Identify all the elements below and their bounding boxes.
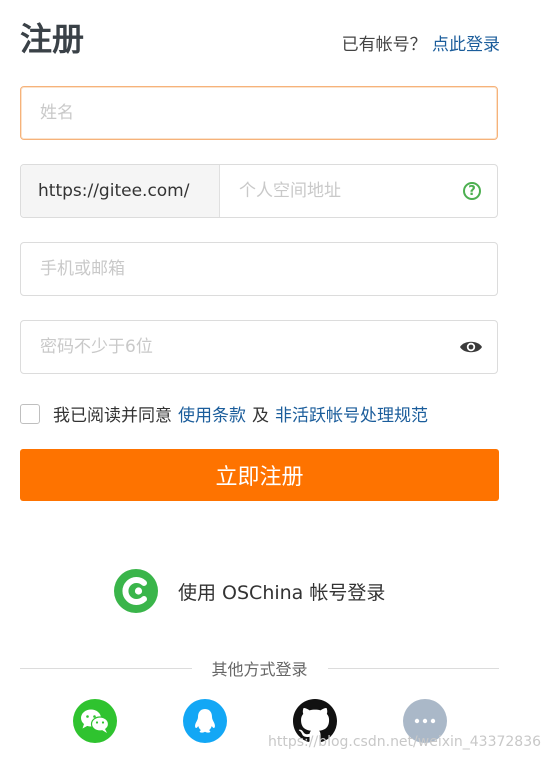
phone-or-email-input[interactable] [21, 243, 497, 295]
agreement-row: 我已阅读并同意 使用条款 及 非活跃帐号处理规范 [20, 401, 428, 426]
other-login-divider: 其他方式登录 [20, 656, 500, 680]
oschina-login-button[interactable]: 使用 OSChina 帐号登录 [114, 569, 385, 613]
inactive-policy-link[interactable]: 非活跃帐号处理规范 [275, 401, 428, 426]
login-prompt-text: 已有帐号？ [341, 35, 427, 55]
name-input[interactable] [21, 87, 497, 139]
divider-line-right [327, 667, 500, 669]
other-login-label: 其他方式登录 [211, 660, 308, 679]
contact-field[interactable] [20, 242, 498, 296]
oschina-logo-icon [114, 569, 158, 613]
wechat-icon[interactable] [73, 699, 117, 743]
divider-line-left [20, 667, 192, 669]
oschina-login-label: 使用 OSChina 帐号登录 [178, 581, 386, 604]
password-input[interactable] [21, 321, 459, 373]
eye-icon[interactable] [459, 339, 483, 355]
agreement-checkbox[interactable] [20, 403, 40, 424]
space-address-input[interactable] [220, 165, 463, 217]
qq-icon[interactable] [183, 699, 227, 743]
register-button[interactable]: 立即注册 [20, 449, 499, 501]
login-prompt: 已有帐号？ 点此登录 [342, 30, 500, 55]
help-icon[interactable]: ? [463, 182, 481, 200]
login-link[interactable]: 点此登录 [432, 35, 500, 55]
page-title: 注册 [20, 20, 85, 58]
space-url-prefix: https://gitee.com/ [21, 165, 220, 217]
password-field[interactable] [20, 320, 498, 374]
agreement-text: 我已阅读并同意 [53, 406, 172, 426]
terms-link[interactable]: 使用条款 [178, 401, 246, 426]
name-field[interactable] [20, 86, 498, 140]
space-field[interactable]: https://gitee.com/ ? [20, 164, 498, 218]
agreement-and: 及 [252, 406, 269, 426]
watermark: https://blog.csdn.net/weixin_43372836 [268, 734, 542, 750]
